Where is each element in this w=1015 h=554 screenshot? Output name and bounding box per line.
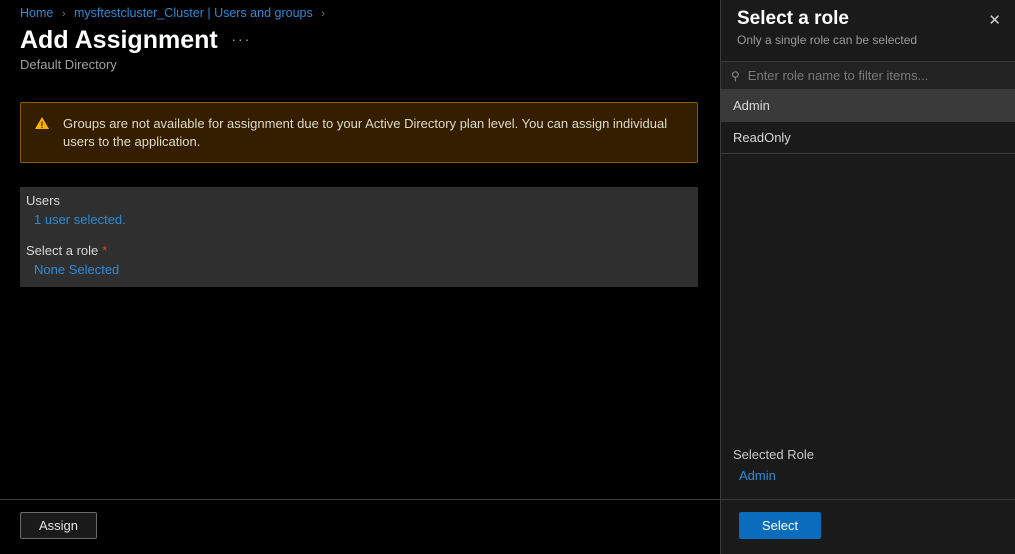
select-button[interactable]: Select (739, 512, 821, 539)
chevron-right-icon: › (321, 8, 325, 20)
role-item-readonly[interactable]: ReadOnly (721, 122, 1015, 154)
page-subtitle: Default Directory (20, 57, 720, 72)
selected-role-label: Selected Role (733, 447, 1003, 462)
page-footer: Assign (0, 499, 720, 554)
required-star-icon: * (102, 243, 107, 258)
select-role-value[interactable]: None Selected (20, 262, 698, 287)
selected-role-block: Selected Role Admin (721, 447, 1015, 500)
chevron-right-icon: › (62, 8, 66, 20)
close-icon[interactable]: ✕ (988, 13, 1001, 28)
search-box[interactable]: ⚲ (721, 61, 1015, 90)
search-icon: ⚲ (731, 69, 740, 83)
users-value[interactable]: 1 user selected. (20, 212, 698, 237)
page-title: Add Assignment (20, 26, 218, 55)
selected-role-value: Admin (733, 468, 1003, 493)
breadcrumb: Home › mysftestcluster_Cluster | Users a… (20, 0, 720, 22)
role-item-admin[interactable]: Admin (721, 90, 1015, 122)
breadcrumb-home[interactable]: Home (20, 6, 53, 20)
users-label: Users (20, 187, 698, 212)
panel-title: Select a role (737, 8, 999, 30)
role-search-input[interactable] (746, 67, 1005, 84)
breadcrumb-cluster[interactable]: mysftestcluster_Cluster | Users and grou… (74, 6, 313, 20)
assign-button[interactable]: Assign (20, 512, 97, 539)
select-role-label: Select a role* (20, 237, 698, 262)
warning-text: Groups are not available for assignment … (63, 116, 667, 149)
warning-banner: Groups are not available for assignment … (20, 102, 698, 163)
role-picker-panel: Select a role ✕ Only a single role can b… (720, 0, 1015, 554)
warning-icon (35, 117, 49, 129)
role-list: Admin ReadOnly (721, 90, 1015, 154)
panel-subtitle: Only a single role can be selected (737, 33, 999, 47)
more-menu-icon[interactable]: ··· (231, 31, 251, 47)
assignment-form: Users 1 user selected. Select a role* No… (20, 187, 698, 287)
